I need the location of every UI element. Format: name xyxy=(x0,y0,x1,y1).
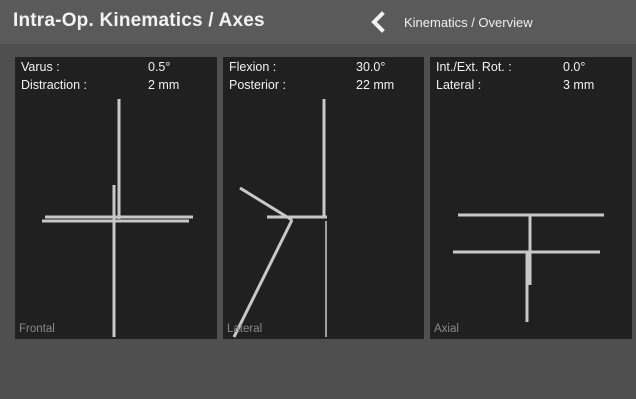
page-title: Intra-Op. Kinematics / Axes xyxy=(13,10,265,31)
axial-view: Axial xyxy=(430,97,632,339)
tibial-slope-line xyxy=(239,186,293,222)
title-bar: Intra-Op. Kinematics / Axes Kinematics /… xyxy=(0,0,636,44)
axial-readout: Int./Ext. Rot. : 0.0° Lateral : 3 mm xyxy=(430,57,632,97)
varus-value: 0.5° xyxy=(148,60,171,74)
chevron-left-icon xyxy=(371,11,385,33)
axial-axes-graphic xyxy=(453,213,604,322)
rotation-label: Int./Ext. Rot. : xyxy=(436,60,512,74)
frontal-panel: Varus : 0.5° Distraction : 2 mm Frontal xyxy=(15,57,217,339)
distraction-label: Distraction : xyxy=(21,78,87,92)
footer-area xyxy=(0,344,636,399)
posterior-label: Posterior : xyxy=(229,78,286,92)
varus-label: Varus : xyxy=(21,60,60,74)
varus-row: Varus : 0.5° xyxy=(21,60,211,76)
lateral-shift-label: Lateral : xyxy=(436,78,482,92)
lateral-view-label: Lateral xyxy=(227,323,263,335)
frontal-readout: Varus : 0.5° Distraction : 2 mm xyxy=(15,57,217,97)
axial-view-label: Axial xyxy=(434,323,459,335)
distraction-row: Distraction : 2 mm xyxy=(21,78,211,94)
distraction-value: 2 mm xyxy=(148,78,180,92)
back-to-overview-button[interactable]: Kinematics / Overview xyxy=(368,9,598,35)
frontal-view: Frontal xyxy=(15,97,217,339)
axial-panel: Int./Ext. Rot. : 0.0° Lateral : 3 mm Axi… xyxy=(430,57,632,339)
back-button-label: Kinematics / Overview xyxy=(404,14,533,30)
frontal-view-label: Frontal xyxy=(19,323,55,335)
rotation-row: Int./Ext. Rot. : 0.0° xyxy=(436,60,626,76)
rotation-value: 0.0° xyxy=(563,60,586,74)
lateral-readout: Flexion : 30.0° Posterior : 22 mm xyxy=(223,57,424,97)
flexion-value: 30.0° xyxy=(356,60,386,74)
lateral-shift-value: 3 mm xyxy=(563,78,595,92)
lateral-panel: Flexion : 30.0° Posterior : 22 mm Latera… xyxy=(223,57,424,339)
flexion-row: Flexion : 30.0° xyxy=(229,60,418,76)
lateral-view: Lateral xyxy=(223,97,424,339)
frontal-axes-graphic xyxy=(42,99,193,337)
tibial-axis xyxy=(232,219,294,338)
flexion-label: Flexion : xyxy=(229,60,277,74)
posterior-row: Posterior : 22 mm xyxy=(229,78,418,94)
lateral-shift-row: Lateral : 3 mm xyxy=(436,78,626,94)
posterior-value: 22 mm xyxy=(356,78,395,92)
lateral-axes-graphic xyxy=(232,99,327,338)
